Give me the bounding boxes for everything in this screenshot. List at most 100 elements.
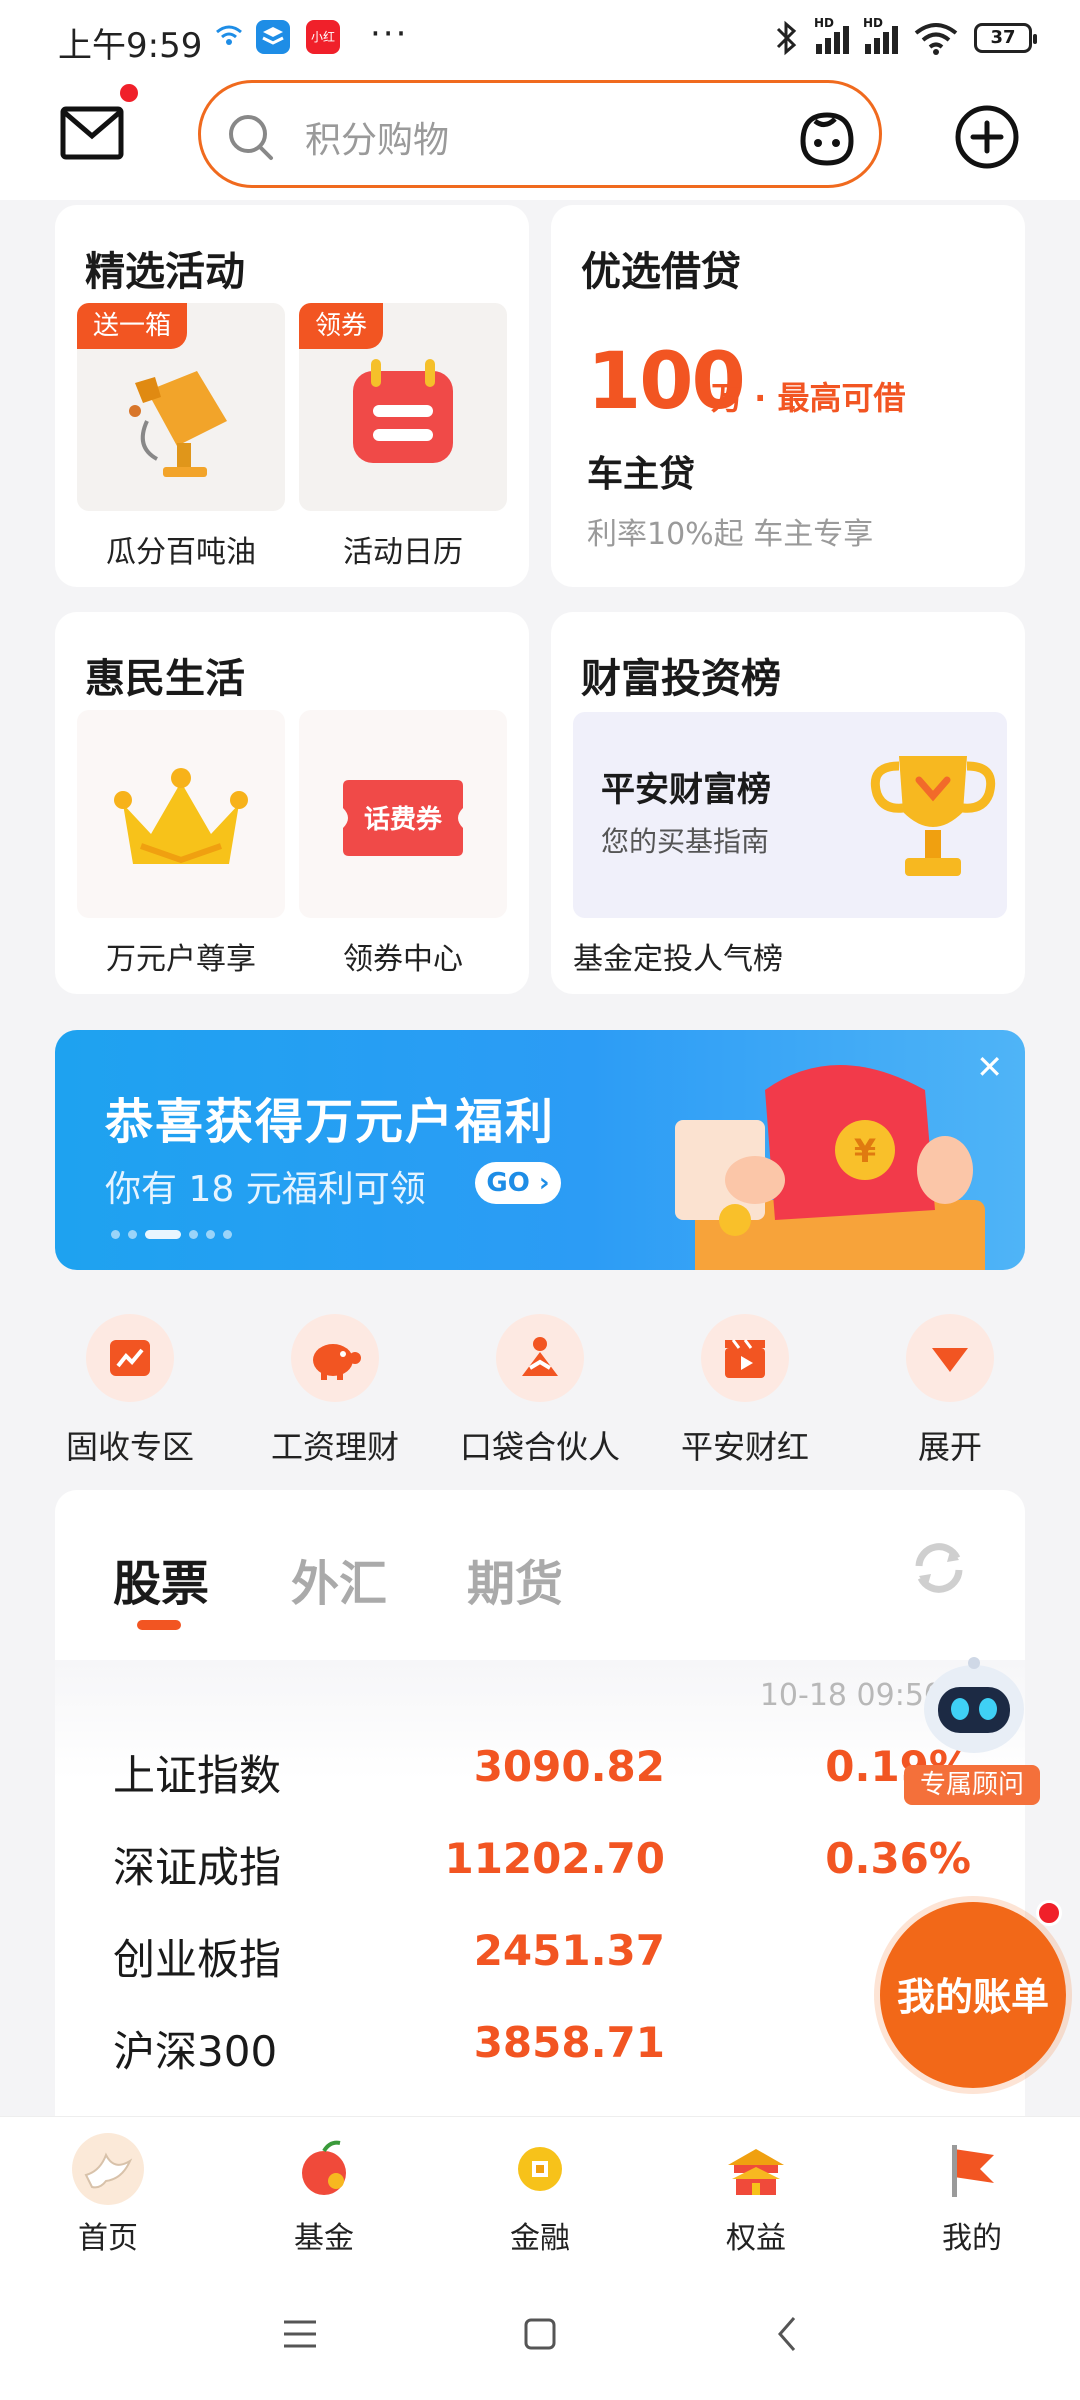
index-value: 3858.71 [473,2018,665,2067]
video-clapper-icon [725,1339,765,1378]
crown-icon [114,768,248,864]
assistant-face-icon[interactable] [795,105,859,169]
quick-actions: 固收专区 工资理财 口袋合伙人 平安财红 展开 [40,1310,1040,1470]
quick-action-salary-finance[interactable]: 工资理财 [245,1310,425,1470]
active-tab-indicator [137,1620,181,1630]
my-bill-button[interactable]: 我的账单 [880,1900,1066,2088]
search-bar[interactable]: 积分购物 [198,80,882,188]
chart-icon [110,1340,150,1376]
dove-icon [72,2133,144,2205]
mail-icon [60,106,124,160]
index-value: 2451.37 [473,1926,665,1975]
layers-app-icon [256,20,290,54]
battery-indicator: 37 [974,23,1037,53]
index-name: 沪深300 [113,2027,278,2076]
tab-futures[interactable]: 期货 [467,1544,563,1614]
unread-dot [120,84,138,102]
loan-product-name: 车主贷 [587,454,696,495]
wealth-ranking-card[interactable]: 财富投资榜 平安财富榜 您的买基指南 基金定投人气榜 [551,612,1025,994]
promo-banner[interactable]: 恭喜获得万元户福利 你有 18 元福利可领 GO › ¥ ✕ [55,1030,1025,1270]
svg-text:¥: ¥ [854,1132,876,1170]
market-row[interactable]: 上证指数 3090.82 0.19% [55,1736,1025,1806]
status-time: 上午9:59 [58,26,203,66]
status-bar: 上午9:59 小红书 ··· HD HD 37 [0,0,1080,80]
index-name: 深证成指 [113,1843,282,1892]
card-title: 精选活动 [85,249,245,295]
carousel-dots [111,1230,232,1239]
wealth-box-title: 平安财富榜 [601,770,771,810]
coupon-center-tile[interactable]: 话费券 [299,710,507,918]
search-placeholder: 积分购物 [305,120,450,161]
wealth-box-subtitle: 您的买基指南 [601,825,770,858]
bill-label: 我的账单 [896,1975,1049,2019]
market-panel: 股票 外汇 期货 10-18 09:50 上证指数 3090.82 0.19% … [55,1490,1025,2130]
piggy-bank-icon [313,1344,361,1380]
status-indicators: HD HD 37 [774,16,1037,58]
featured-activities-card: 精选活动 送一箱 领券 瓜分百吨油 活动日历 [55,205,529,587]
fund-fruit-icon [302,2140,346,2195]
index-name: 上证指数 [113,1751,282,1800]
loan-description: 利率10%起 车主专享 [587,517,874,552]
tile-label[interactable]: 活动日历 [299,527,507,571]
xiaohongshu-app-icon: 小红书 [306,20,340,78]
more-notifications-icon: ··· [370,14,409,54]
advisor-label: 专属顾问 [904,1765,1040,1805]
index-value: 11202.70 [444,1834,665,1883]
partner-icon [522,1337,558,1376]
vip-tile[interactable] [77,710,285,918]
tile-label[interactable]: 领券中心 [299,934,507,978]
quick-action-fixed-income[interactable]: 固收专区 [40,1310,220,1470]
tile-label[interactable]: 万元户尊享 [77,934,285,978]
quick-action-label: 口袋合伙人 [459,1428,620,1466]
flag-icon [952,2145,994,2197]
market-row[interactable]: 深证成指 11202.70 0.36% [55,1828,1025,1898]
wealth-ranking-box[interactable]: 平安财富榜 您的买基指南 [573,712,1007,918]
menu-icon[interactable] [280,2314,320,2354]
wifi-app-icon [212,20,246,54]
nav-label: 金融 [510,2221,570,2256]
unread-dot [1036,1900,1062,1926]
quick-action-expand[interactable]: 展开 [860,1310,1040,1470]
banner-go-button[interactable]: GO › [475,1162,561,1204]
bluetooth-icon [776,20,797,56]
oil-bottle-icon [129,371,227,477]
bottom-navigation: 首页 基金 金融 权益 我的 [0,2116,1080,2270]
mail-button[interactable] [60,106,124,160]
add-icon[interactable] [954,104,1020,170]
market-list: 10-18 09:50 上证指数 3090.82 0.19% 深证成指 1120… [55,1660,1025,2130]
nav-label: 我的 [942,2221,1002,2256]
nav-benefits[interactable]: 权益 [686,2131,826,2257]
tile-badge: 领券 [299,303,384,349]
advisor-widget[interactable]: 专属顾问 [900,1645,1050,1815]
palace-icon [728,2149,784,2195]
back-icon[interactable] [768,2314,808,2354]
market-row[interactable]: 沪深300 3858.71 0. [55,2012,1025,2082]
close-banner-icon[interactable]: ✕ [976,1048,1003,1086]
banner-title: 恭喜获得万元户福利 [105,1094,556,1150]
quick-action-pingan-red[interactable]: 平安财红 [655,1310,835,1470]
home-square-icon[interactable] [520,2314,560,2354]
oil-giveaway-tile[interactable]: 送一箱 [77,303,285,511]
tab-forex[interactable]: 外汇 [291,1544,387,1614]
quick-action-label: 展开 [917,1428,982,1466]
coupon-text: 话费券 [364,805,443,835]
nav-me[interactable]: 我的 [902,2131,1042,2257]
activity-calendar-tile[interactable]: 领券 [299,303,507,511]
nav-finance[interactable]: 金融 [470,2131,610,2257]
nav-fund[interactable]: 基金 [254,2131,394,2257]
expand-triangle-icon [932,1348,968,1372]
quick-action-partner[interactable]: 口袋合伙人 [450,1310,630,1470]
tile-badge: 送一箱 [77,303,188,349]
card-title: 惠民生活 [85,656,245,702]
preferred-loan-card[interactable]: 优选借贷 100 万 · 最高可借 车主贷 利率10%起 车主专享 [551,205,1025,587]
tile-label[interactable]: 瓜分百吨油 [77,527,285,571]
tab-stocks[interactable]: 股票 [113,1544,209,1614]
loan-amount-suffix: 万 · 最高可借 [711,379,906,417]
wifi-icon [914,23,958,55]
robot-icon [924,1657,1024,1753]
nav-home[interactable]: 首页 [38,2131,178,2257]
nav-label: 基金 [294,2221,354,2256]
refresh-icon[interactable] [907,1536,971,1600]
top-header: 积分购物 [0,80,1080,200]
red-envelope-illustration: ¥ [675,1065,985,1270]
